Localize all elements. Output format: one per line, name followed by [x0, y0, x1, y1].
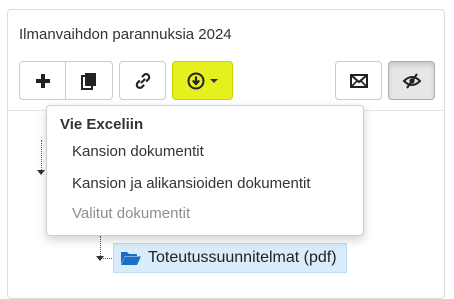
- copy-icon: [81, 72, 96, 90]
- envelope-icon: [349, 73, 368, 88]
- download-button[interactable]: [172, 61, 233, 100]
- tree-node-selected[interactable]: Toteutussuunnitelmat (pdf): [113, 243, 347, 273]
- menu-item-selected-documents: Valitut dokumentit: [72, 205, 191, 222]
- link-icon: [135, 72, 150, 89]
- visibility-button[interactable]: [388, 61, 435, 100]
- chevron-down-icon: [210, 78, 218, 83]
- menu-item-folder-documents[interactable]: Kansion dokumentit: [72, 143, 204, 160]
- panel-title: Ilmanvaihdon parannuksia 2024: [19, 26, 232, 43]
- export-dropdown-menu: Vie Exceliin Kansion dokumentit Kansion …: [46, 105, 364, 236]
- link-button[interactable]: [119, 61, 166, 100]
- eye-slash-icon: [402, 72, 421, 89]
- dropdown-header: Vie Exceliin: [60, 116, 144, 133]
- tree-expand-icon: [37, 170, 45, 175]
- email-button[interactable]: [335, 61, 382, 100]
- download-circle-icon: [187, 72, 205, 89]
- folder-open-icon: [121, 252, 141, 265]
- tree-expand-icon: [96, 256, 104, 261]
- add-button[interactable]: [19, 61, 66, 100]
- menu-item-folder-and-subfolder-documents[interactable]: Kansion ja alikansioiden dokumentit: [72, 175, 310, 192]
- plus-icon: [35, 73, 50, 88]
- copy-button[interactable]: [66, 61, 113, 100]
- tree-connector: [41, 140, 42, 172]
- tree-connector: [100, 236, 101, 258]
- tree-node-label: Toteutussuunnitelmat (pdf): [148, 249, 337, 266]
